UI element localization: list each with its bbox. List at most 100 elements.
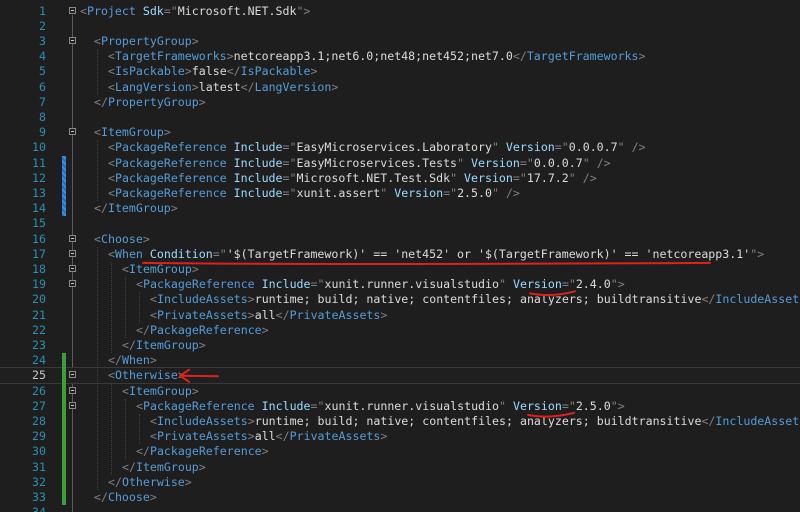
line-number: 18 xyxy=(32,261,46,276)
line-number: 2 xyxy=(39,18,46,33)
code-line[interactable]: 21 <PrivateAssets>all</PrivateAssets> xyxy=(0,308,800,323)
xml-tag-name: PackageReference xyxy=(142,277,255,292)
xml-attribute-name: Version xyxy=(505,140,555,155)
xml-text xyxy=(227,140,234,154)
code-text[interactable]: <IncludeAssets>runtime; build; native; c… xyxy=(150,292,800,307)
line-number: 4 xyxy=(39,49,46,64)
code-text[interactable]: <Otherwise> xyxy=(108,368,185,383)
code-line[interactable]: 8 xyxy=(0,110,800,125)
code-text[interactable]: <IsPackable>false</IsPackable> xyxy=(108,64,317,79)
code-line[interactable]: 32 </Otherwise> xyxy=(0,475,800,490)
code-text[interactable]: </PackageReference> xyxy=(136,444,269,459)
xml-attribute-value: 0.0.0.7 xyxy=(568,140,618,155)
code-text[interactable]: <LangVersion>latest</LangVersion> xyxy=(108,80,338,95)
xml-delimiter: < xyxy=(108,246,115,261)
xml-delimiter: > xyxy=(198,337,206,352)
xml-delimiter: < xyxy=(108,79,115,94)
code-text[interactable]: <ItemGroup> xyxy=(94,125,171,140)
code-line[interactable]: 17 <When Condition="'$(TargetFramework)' … xyxy=(0,247,800,262)
code-text[interactable]: <Project Sdk="Microsoft.NET.Sdk"> xyxy=(80,4,310,19)
code-line[interactable]: 16 <Choose> xyxy=(0,232,800,247)
collapse-icon[interactable] xyxy=(69,280,76,288)
code-line[interactable]: 34 xyxy=(0,505,800,512)
indent-guide xyxy=(125,277,126,338)
code-editor[interactable]: 1 <Project Sdk="Microsoft.NET.Sdk"> 2 3 <Pro… xyxy=(0,0,800,512)
code-text[interactable]: <TargetFrameworks>netcoreapp3.1;net6.0;n… xyxy=(108,49,646,64)
line-number: 19 xyxy=(32,277,46,292)
xml-delimiter: < xyxy=(122,261,129,276)
code-text[interactable]: </Choose> xyxy=(94,490,157,505)
code-line[interactable]: 25 <Otherwise> xyxy=(0,367,800,385)
code-line[interactable]: 15 xyxy=(0,216,800,231)
collapse-icon[interactable] xyxy=(69,386,76,394)
code-text[interactable]: <PackageReference Include="xunit.runner.… xyxy=(136,399,625,414)
code-text[interactable]: <PackageReference Include="xunit.runner.… xyxy=(136,277,625,292)
xml-delimiter: < xyxy=(94,231,101,246)
code-line[interactable]: 19 <PackageReference Include="xunit.runne… xyxy=(0,277,800,292)
xml-attribute-name: Include xyxy=(233,155,283,170)
code-text[interactable]: <PrivateAssets>all</PrivateAssets> xyxy=(150,308,387,323)
collapse-icon[interactable] xyxy=(69,234,76,242)
code-line[interactable]: 12 <PackageReference Include="Microsoft.N… xyxy=(0,171,800,186)
xml-attribute-name: Include xyxy=(261,398,311,413)
code-line[interactable]: 9 <ItemGroup> xyxy=(0,125,800,140)
code-line[interactable]: 31 </ItemGroup> xyxy=(0,460,800,475)
code-text[interactable]: <PrivateAssets>all</PrivateAssets> xyxy=(150,429,387,444)
code-line[interactable]: 33 </Choose> xyxy=(0,490,800,505)
collapse-icon[interactable] xyxy=(69,128,76,136)
code-text[interactable]: <ItemGroup> xyxy=(122,262,199,277)
code-line[interactable]: 7 </PropertyGroup> xyxy=(0,95,800,110)
code-line[interactable]: 2 xyxy=(0,19,800,34)
code-line[interactable]: 24 </When> xyxy=(0,353,800,368)
collapse-icon[interactable] xyxy=(69,371,76,379)
code-text[interactable]: <PackageReference Include="xunit.assert"… xyxy=(108,186,520,201)
code-line[interactable]: 20 <IncludeAssets>runtime; build; native;… xyxy=(0,292,800,307)
code-text[interactable]: <When Condition="'$(TargetFramework)' ==… xyxy=(108,247,764,262)
line-number: 5 xyxy=(39,64,46,79)
code-line[interactable]: 29 <PrivateAssets>all</PrivateAssets> xyxy=(0,429,800,444)
code-line[interactable]: 5 <IsPackable>false</IsPackable> xyxy=(0,64,800,79)
code-text[interactable]: </Otherwise> xyxy=(108,475,192,490)
code-line[interactable]: 14 </ItemGroup> xyxy=(0,201,800,216)
code-text[interactable]: <ItemGroup> xyxy=(122,384,199,399)
xml-tag-name: Project xyxy=(86,3,136,18)
collapse-icon[interactable] xyxy=(69,401,76,409)
code-line[interactable]: 27 <PackageReference Include="xunit.runne… xyxy=(0,399,800,414)
code-text[interactable]: <PackageReference Include="Microsoft.NET… xyxy=(108,171,597,186)
xml-text xyxy=(255,277,262,291)
xml-attribute-value: EasyMicroservices.Tests xyxy=(296,155,458,170)
xml-delimiter: </ xyxy=(108,474,122,489)
collapse-icon[interactable] xyxy=(69,264,76,272)
code-text[interactable]: </ItemGroup> xyxy=(122,460,206,475)
code-line[interactable]: 23 </ItemGroup> xyxy=(0,338,800,353)
code-line[interactable]: 26 <ItemGroup> xyxy=(0,384,800,399)
code-text[interactable]: </PropertyGroup> xyxy=(94,95,206,110)
line-number: 11 xyxy=(32,155,46,170)
collapse-icon[interactable] xyxy=(69,6,76,14)
code-line[interactable]: 22 </PackageReference> xyxy=(0,323,800,338)
code-text[interactable]: </When> xyxy=(108,353,157,368)
code-line[interactable]: 3 <PropertyGroup> xyxy=(0,34,800,49)
code-text[interactable]: </ItemGroup> xyxy=(94,201,178,216)
code-text[interactable]: <PackageReference Include="EasyMicroserv… xyxy=(108,156,611,171)
code-line[interactable]: 6 <LangVersion>latest</LangVersion> xyxy=(0,80,800,95)
code-text[interactable]: <PackageReference Include="EasyMicroserv… xyxy=(108,140,646,155)
code-text[interactable]: </ItemGroup> xyxy=(122,338,206,353)
collapse-icon[interactable] xyxy=(69,249,76,257)
code-line[interactable]: 28 <IncludeAssets>runtime; build; native;… xyxy=(0,414,800,429)
line-number: 26 xyxy=(32,383,46,398)
code-line[interactable]: 13 <PackageReference Include="xunit.asser… xyxy=(0,186,800,201)
code-line[interactable]: 10 <PackageReference Include="EasyMicrose… xyxy=(0,140,800,155)
code-line[interactable]: 4 <TargetFrameworks>netcoreapp3.1;net6.0;… xyxy=(0,49,800,64)
code-text[interactable]: <PropertyGroup> xyxy=(94,34,199,49)
code-line[interactable]: 11 <PackageReference Include="EasyMicrose… xyxy=(0,156,800,171)
collapse-icon[interactable] xyxy=(69,36,76,44)
code-text[interactable]: </PackageReference> xyxy=(136,323,269,338)
code-line[interactable]: 18 <ItemGroup> xyxy=(0,262,800,277)
code-line[interactable]: 1 <Project Sdk="Microsoft.NET.Sdk"> xyxy=(0,4,800,19)
xml-tag-name: Choose xyxy=(100,231,143,246)
code-line[interactable]: 30 </PackageReference> xyxy=(0,444,800,459)
code-text[interactable]: <Choose> xyxy=(94,232,150,247)
xml-tag-name: PackageReference xyxy=(114,185,227,200)
code-text[interactable]: <IncludeAssets>runtime; build; native; c… xyxy=(150,414,800,429)
